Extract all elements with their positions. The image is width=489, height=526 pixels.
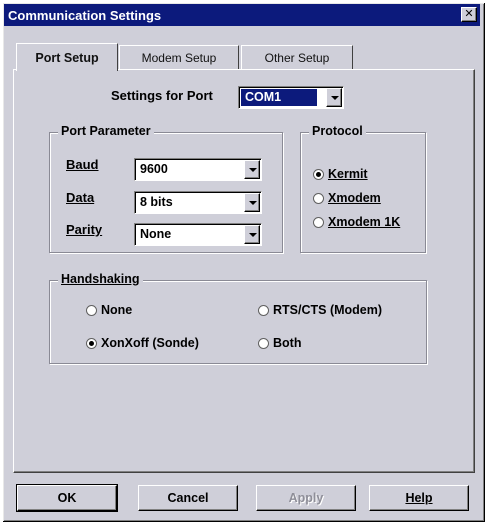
radio-icon bbox=[313, 192, 324, 204]
apply-button[interactable]: Apply bbox=[256, 485, 356, 511]
parity-select[interactable]: None bbox=[134, 223, 262, 246]
baud-select[interactable]: 9600 bbox=[134, 158, 262, 181]
tab-label: Modem Setup bbox=[141, 50, 217, 65]
parity-select-value: None bbox=[140, 227, 172, 241]
data-label: Data bbox=[66, 190, 95, 205]
chevron-down-icon[interactable] bbox=[244, 193, 260, 212]
close-icon: ✕ bbox=[464, 8, 474, 20]
radio-icon bbox=[258, 337, 269, 349]
protocol-kermit-radio[interactable]: Kermit bbox=[313, 167, 368, 181]
handshake-none-radio[interactable]: None bbox=[86, 303, 132, 317]
ok-button[interactable]: OK bbox=[16, 484, 118, 512]
port-select-value: COM1 bbox=[241, 89, 317, 106]
handshake-xonxoff-radio[interactable]: XonXoff (Sonde) bbox=[86, 336, 199, 350]
protocol-xmodem-radio[interactable]: Xmodem bbox=[313, 191, 381, 205]
baud-label: Baud bbox=[66, 157, 99, 172]
title-bar[interactable]: Communication Settings ✕ bbox=[4, 4, 480, 26]
baud-select-value: 9600 bbox=[140, 162, 168, 176]
radio-icon bbox=[86, 304, 97, 316]
tab-modem-setup[interactable]: Modem Setup bbox=[119, 45, 239, 69]
window-title: Communication Settings bbox=[8, 7, 162, 23]
tab-port-setup[interactable]: Port Setup bbox=[16, 43, 118, 71]
port-parameter-group: Port Parameter Baud 9600 Data 8 bits Par… bbox=[49, 124, 283, 253]
tab-other-setup[interactable]: Other Setup bbox=[241, 45, 353, 69]
chevron-down-icon[interactable] bbox=[244, 225, 260, 244]
protocol-group: Protocol Kermit Xmodem Xmodem 1K bbox=[300, 124, 426, 253]
close-button[interactable]: ✕ bbox=[461, 7, 477, 22]
radio-icon bbox=[313, 216, 324, 228]
radio-icon bbox=[258, 304, 269, 316]
handshaking-title: Handshaking bbox=[58, 272, 143, 286]
data-select[interactable]: 8 bits bbox=[134, 191, 262, 214]
port-select[interactable]: COM1 bbox=[238, 86, 344, 109]
cancel-button[interactable]: Cancel bbox=[138, 485, 238, 511]
protocol-xmodem-1k-radio[interactable]: Xmodem 1K bbox=[313, 215, 400, 229]
protocol-title: Protocol bbox=[309, 124, 366, 138]
tab-label: Other Setup bbox=[264, 50, 330, 65]
help-button[interactable]: Help bbox=[369, 485, 469, 511]
handshaking-group: Handshaking None RTS/CTS (Modem) XonXoff… bbox=[49, 272, 427, 364]
handshake-both-radio[interactable]: Both bbox=[258, 336, 301, 350]
data-select-value: 8 bits bbox=[140, 195, 173, 209]
parity-label: Parity bbox=[66, 222, 103, 237]
tab-panel-port-setup: Settings for Port COM1 Port Parameter Ba… bbox=[13, 69, 475, 473]
port-parameter-title: Port Parameter bbox=[58, 124, 154, 138]
radio-selected-icon bbox=[313, 168, 324, 180]
port-label: Settings for Port bbox=[111, 88, 213, 103]
chevron-down-icon[interactable] bbox=[244, 160, 260, 179]
chevron-down-icon[interactable] bbox=[326, 88, 342, 107]
tab-label: Port Setup bbox=[35, 50, 99, 65]
radio-selected-icon bbox=[86, 337, 97, 349]
handshake-rtscts-radio[interactable]: RTS/CTS (Modem) bbox=[258, 303, 382, 317]
